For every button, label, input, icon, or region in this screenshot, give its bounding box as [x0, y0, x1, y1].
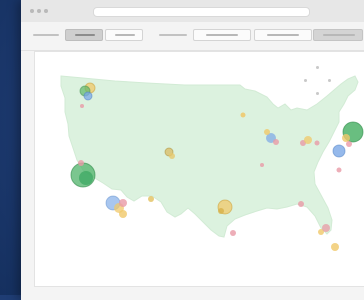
marker-ohio[interactable] — [314, 140, 320, 146]
marker-phoenix[interactable] — [148, 196, 154, 202]
filter-field[interactable] — [193, 29, 251, 41]
marker-miami[interactable] — [331, 243, 339, 251]
marker-san-francisco[interactable] — [79, 171, 93, 185]
marker-new-york-2[interactable] — [346, 141, 352, 147]
marker-chicago[interactable] — [273, 139, 279, 145]
menu-placeholder — [159, 34, 187, 36]
marker-washington[interactable] — [332, 144, 346, 158]
us-map[interactable] — [35, 52, 364, 286]
marker-sf-small[interactable] — [78, 160, 84, 166]
marker-atlanta[interactable] — [298, 201, 304, 207]
marker-denver-2[interactable] — [169, 153, 175, 159]
minimize-dot-icon[interactable] — [37, 9, 41, 13]
marker-pittsburgh[interactable] — [304, 136, 312, 144]
toolbar — [21, 22, 364, 51]
action-button[interactable] — [313, 29, 363, 41]
marker-san-diego[interactable] — [119, 210, 127, 218]
title-bar — [21, 0, 364, 23]
tab-label-placeholder — [115, 34, 135, 36]
map-panel[interactable] — [34, 51, 364, 287]
marker-dallas-2[interactable] — [218, 208, 224, 214]
marker-chicago[interactable] — [264, 129, 270, 135]
pan-down-icon[interactable] — [316, 92, 319, 95]
us-land-shape — [60, 75, 359, 238]
marker-houston[interactable] — [230, 230, 236, 236]
marker-portland[interactable] — [83, 91, 93, 101]
marker-los-angeles[interactable] — [119, 199, 127, 207]
button-label-placeholder — [323, 34, 355, 36]
browser-window — [21, 0, 364, 300]
marker-oregon-small[interactable] — [80, 104, 84, 108]
marker-raleigh[interactable] — [336, 167, 342, 173]
marker-kansas[interactable] — [260, 163, 264, 167]
filter-field[interactable] — [254, 29, 312, 41]
url-bar[interactable] — [93, 7, 310, 17]
marker-minneapolis[interactable] — [240, 112, 246, 118]
field-placeholder — [206, 34, 238, 36]
menu-placeholder — [33, 34, 59, 36]
marker-orlando[interactable] — [322, 224, 330, 232]
pan-right-icon[interactable] — [328, 79, 331, 82]
tab[interactable] — [105, 29, 143, 41]
tab-active[interactable] — [65, 29, 103, 41]
maximize-dot-icon[interactable] — [44, 9, 48, 13]
marker-new-york[interactable] — [342, 134, 350, 142]
pan-left-icon[interactable] — [304, 79, 307, 82]
tab-label-placeholder — [75, 34, 95, 36]
close-dot-icon[interactable] — [30, 9, 34, 13]
field-placeholder — [267, 34, 299, 36]
pan-up-icon[interactable] — [316, 66, 319, 69]
